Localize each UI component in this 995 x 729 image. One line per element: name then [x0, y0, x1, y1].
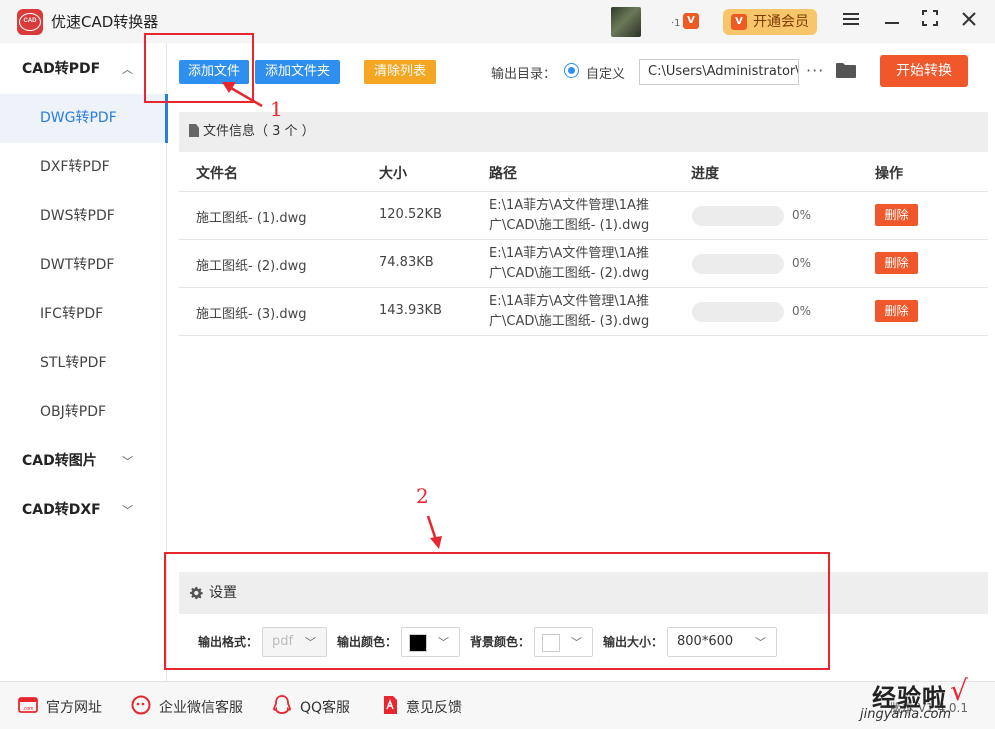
progress-percent: 0% [792, 304, 812, 318]
sidebar-group-label: CAD转图片 [22, 453, 97, 469]
file-info-header: 文件信息（ 3 个 ） [179, 112, 988, 152]
file-path-line: 广\CAD\施工图纸- (1).dwg [489, 218, 650, 233]
wechat-service-icon [131, 695, 151, 715]
sidebar-group-label: CAD转DXF [22, 502, 101, 518]
more-options-icon[interactable]: ··· [806, 61, 824, 80]
file-size: 74.83KB [379, 255, 434, 270]
sidebar-item-label: IFC转PDF [40, 306, 104, 322]
file-path: E:\1A菲方\A文件管理\1A推 广\CAD\施工图纸- (3).dwg [489, 292, 669, 332]
table-row: 施工图纸- (3).dwg 143.93KB E:\1A菲方\A文件管理\1A推… [179, 288, 988, 336]
file-name: 施工图纸- (2).dwg [196, 259, 307, 274]
sidebar-item-label: DWT转PDF [40, 257, 115, 273]
sidebar-item-label: DXF转PDF [40, 159, 110, 175]
maximize-icon[interactable] [919, 10, 941, 32]
sidebar-group-cad-to-pdf[interactable]: CAD转PDF ︿ [0, 45, 167, 94]
file-size: 143.93KB [379, 303, 442, 318]
app-title: 优速CAD转换器 [51, 13, 159, 31]
open-vip-label: 开通会员 [753, 14, 809, 30]
sidebar-item-stl-to-pdf[interactable]: STL转PDF [0, 339, 167, 388]
annotation-arrow-2 [426, 515, 442, 549]
column-header-name: 文件名 [196, 166, 238, 182]
file-info-title: 文件信息（ 3 个 ） [203, 124, 315, 139]
file-path-line: E:\1A菲方\A文件管理\1A推 [489, 198, 649, 213]
annotation-number-2: 2 [416, 484, 429, 508]
file-table-header: 文件名 大小 路径 进度 操作 [179, 152, 988, 192]
qq-service-link[interactable]: QQ客服 [300, 697, 350, 717]
column-header-size: 大小 [379, 166, 407, 182]
menu-icon[interactable] [840, 10, 862, 32]
svg-text:.com: .com [23, 706, 34, 712]
custom-output-radio[interactable] [564, 63, 579, 78]
start-convert-button[interactable]: 开始转换 [880, 55, 968, 87]
delete-button[interactable]: 删除 [875, 300, 918, 322]
chevron-down-icon: ﹀ [122, 504, 133, 517]
official-website-link[interactable]: 官方网址 [46, 697, 102, 717]
file-path-line: 广\CAD\施工图纸- (3).dwg [489, 314, 650, 329]
custom-output-label: 自定义 [586, 67, 626, 82]
sidebar-item-ifc-to-pdf[interactable]: IFC转PDF [0, 290, 167, 339]
add-folder-button[interactable]: 添加文件夹 [255, 60, 340, 84]
annotation-box-1 [144, 33, 254, 103]
watermark-check-icon: √ [950, 674, 968, 707]
progress-bar [692, 302, 784, 322]
watermark-sub: jingyanla.com [860, 707, 952, 722]
sidebar-group-cad-to-dxf[interactable]: CAD转DXF ﹀ [0, 486, 167, 535]
file-path: E:\1A菲方\A文件管理\1A推 广\CAD\施工图纸- (2).dwg [489, 244, 669, 284]
delete-button[interactable]: 删除 [875, 204, 918, 226]
sidebar-group-cad-to-image[interactable]: CAD转图片 ﹀ [0, 437, 167, 486]
sidebar-item-dwg-to-pdf[interactable]: DWG转PDF [0, 94, 168, 143]
feedback-icon [384, 696, 397, 714]
file-path-line: E:\1A菲方\A文件管理\1A推 [489, 294, 649, 309]
wechat-service-link[interactable]: 企业微信客服 [159, 697, 243, 717]
file-path: E:\1A菲方\A文件管理\1A推 广\CAD\施工图纸- (1).dwg [489, 196, 669, 236]
vip-icon: V [731, 14, 747, 30]
close-icon[interactable] [958, 10, 980, 32]
document-icon [189, 124, 199, 137]
progress-bar [692, 206, 784, 226]
file-name: 施工图纸- (1).dwg [196, 211, 307, 226]
chevron-down-icon: ﹀ [122, 455, 133, 468]
chevron-up-icon: ︿ [122, 63, 133, 76]
output-dir-label: 输出目录： [491, 67, 557, 82]
qq-icon [273, 695, 291, 714]
progress-percent: 0% [792, 256, 812, 270]
column-header-action: 操作 [875, 166, 903, 182]
sidebar-item-dxf-to-pdf[interactable]: DXF转PDF [0, 143, 167, 192]
website-icon: .com [18, 697, 38, 713]
app-logo-icon [17, 9, 43, 35]
watermark: 经验啦 √ jingyanla.com [842, 674, 992, 726]
file-path-line: E:\1A菲方\A文件管理\1A推 [489, 246, 649, 261]
column-header-path: 路径 [489, 166, 517, 182]
sidebar-item-dws-to-pdf[interactable]: DWS转PDF [0, 192, 167, 241]
column-header-progress: 进度 [691, 166, 719, 182]
file-path-line: 广\CAD\施工图纸- (2).dwg [489, 266, 650, 281]
vip-status-icon[interactable]: V [683, 13, 699, 29]
progress-percent: 0% [792, 208, 812, 222]
progress-bar [692, 254, 784, 274]
sidebar-item-dwt-to-pdf[interactable]: DWT转PDF [0, 241, 167, 290]
annotation-box-2 [164, 552, 830, 670]
sidebar-item-label: DWG转PDF [40, 110, 117, 126]
file-size: 120.52KB [379, 207, 442, 222]
sidebar: CAD转PDF ︿ DWG转PDF DXF转PDF DWS转PDF DWT转PD… [0, 43, 168, 681]
output-path-field[interactable]: C:\Users\Administrator\ [639, 59, 799, 85]
open-vip-button[interactable]: V 开通会员 [723, 9, 817, 35]
file-name: 施工图纸- (3).dwg [196, 307, 307, 322]
sidebar-item-label: OBJ转PDF [40, 404, 107, 420]
table-row: 施工图纸- (1).dwg 120.52KB E:\1A菲方\A文件管理\1A推… [179, 192, 988, 240]
sidebar-group-label: CAD转PDF [22, 61, 101, 77]
table-row: 施工图纸- (2).dwg 74.83KB E:\1A菲方\A文件管理\1A推 … [179, 240, 988, 288]
sidebar-item-obj-to-pdf[interactable]: OBJ转PDF [0, 388, 167, 437]
delete-button[interactable]: 删除 [875, 252, 918, 274]
minimize-icon[interactable] [881, 10, 903, 32]
folder-icon[interactable] [836, 62, 856, 78]
sidebar-item-label: STL转PDF [40, 355, 107, 371]
sidebar-item-label: DWS转PDF [40, 208, 115, 224]
user-level-indicator: ·1 [671, 18, 681, 29]
feedback-link[interactable]: 意见反馈 [406, 697, 462, 717]
annotation-number-1: 1 [270, 97, 283, 121]
user-avatar[interactable] [611, 7, 641, 37]
clear-list-button[interactable]: 清除列表 [364, 60, 436, 84]
